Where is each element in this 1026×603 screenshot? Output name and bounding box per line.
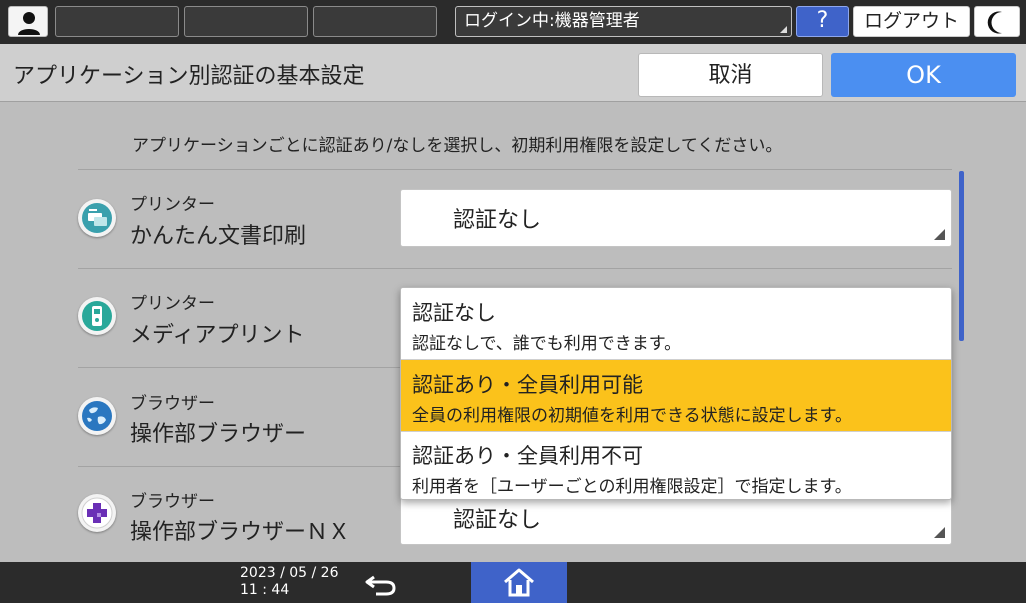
option-description: 利用者を［ユーザーごとの利用権限設定］で指定します。 bbox=[412, 477, 852, 497]
user-icon bbox=[18, 12, 40, 35]
printer-document-icon bbox=[78, 199, 116, 237]
home-icon bbox=[504, 568, 534, 597]
app-name-label: かんたん文書印刷 bbox=[130, 224, 307, 249]
globe-icon bbox=[78, 397, 116, 435]
divider bbox=[78, 169, 952, 170]
back-icon[interactable] bbox=[364, 568, 400, 598]
date-time: 2023 / 05 / 26 11 : 44 bbox=[240, 565, 339, 599]
header: アプリケーション別認証の基本設定 取消 OK bbox=[0, 44, 1026, 102]
status-slot-2 bbox=[184, 6, 308, 37]
cancel-button[interactable]: 取消 bbox=[638, 53, 823, 97]
instruction-text: アプリケーションごとに認証あり/なしを選択し、初期利用権限を設定してください。 bbox=[132, 136, 783, 156]
energy-saver-button[interactable] bbox=[974, 6, 1020, 37]
home-button[interactable] bbox=[471, 562, 567, 603]
login-status-box[interactable]: ログイン中:機器管理者 bbox=[455, 6, 792, 37]
expand-corner-icon bbox=[780, 26, 787, 33]
dropdown-option[interactable]: 認証あり・全員利用不可 利用者を［ユーザーごとの利用権限設定］で指定します。 bbox=[401, 431, 951, 499]
user-button[interactable] bbox=[8, 6, 48, 37]
auth-select-value: 認証なし bbox=[453, 208, 542, 233]
option-title: 認証あり・全員利用不可 bbox=[412, 444, 643, 468]
usb-media-icon bbox=[78, 297, 116, 335]
page-title: アプリケーション別認証の基本設定 bbox=[13, 64, 365, 89]
option-title: 認証あり・全員利用可能 bbox=[412, 373, 643, 397]
auth-select-value: 認証なし bbox=[453, 508, 542, 533]
browser-nx-icon bbox=[78, 494, 116, 532]
scrollbar[interactable] bbox=[959, 171, 964, 341]
dropdown-corner-icon bbox=[934, 229, 945, 240]
option-title: 認証なし bbox=[412, 301, 496, 325]
auth-select-easy-print[interactable]: 認証なし bbox=[400, 189, 952, 247]
moon-icon bbox=[987, 11, 1002, 34]
help-button[interactable]: ? bbox=[796, 6, 849, 37]
dropdown-option-selected[interactable]: 認証あり・全員利用可能 全員の利用権限の初期値を利用できる状態に設定します。 bbox=[401, 360, 951, 431]
status-slot-3 bbox=[313, 6, 437, 37]
dropdown-option[interactable]: 認証なし 認証なしで、誰でも利用できます。 bbox=[401, 288, 951, 359]
top-bar: ログイン中:機器管理者 ? ログアウト bbox=[0, 0, 1026, 44]
app-category-label: ブラウザー bbox=[130, 492, 215, 512]
dropdown-corner-icon bbox=[934, 527, 945, 538]
date-text: 2023 / 05 / 26 bbox=[240, 565, 339, 581]
app-name-label: 操作部ブラウザー bbox=[130, 422, 307, 447]
ok-button[interactable]: OK bbox=[831, 53, 1016, 97]
option-description: 認証なしで、誰でも利用できます。 bbox=[412, 334, 682, 354]
auth-dropdown-menu: 認証なし 認証なしで、誰でも利用できます。 認証あり・全員利用可能 全員の利用権… bbox=[400, 287, 952, 500]
divider bbox=[78, 268, 952, 269]
footer-bar: 2023 / 05 / 26 11 : 44 bbox=[0, 562, 1026, 603]
status-slot-1 bbox=[55, 6, 179, 37]
app-name-label: 操作部ブラウザーＮＸ bbox=[130, 520, 351, 545]
logout-button[interactable]: ログアウト bbox=[853, 6, 970, 37]
app-category-label: プリンター bbox=[130, 294, 215, 314]
time-text: 11 : 44 bbox=[240, 582, 290, 598]
app-name-label: メディアプリント bbox=[130, 323, 305, 348]
app-category-label: プリンター bbox=[130, 195, 215, 215]
app-category-label: ブラウザー bbox=[130, 394, 215, 414]
login-status-text: ログイン中:機器管理者 bbox=[464, 11, 640, 31]
option-description: 全員の利用権限の初期値を利用できる状態に設定します。 bbox=[412, 406, 852, 426]
